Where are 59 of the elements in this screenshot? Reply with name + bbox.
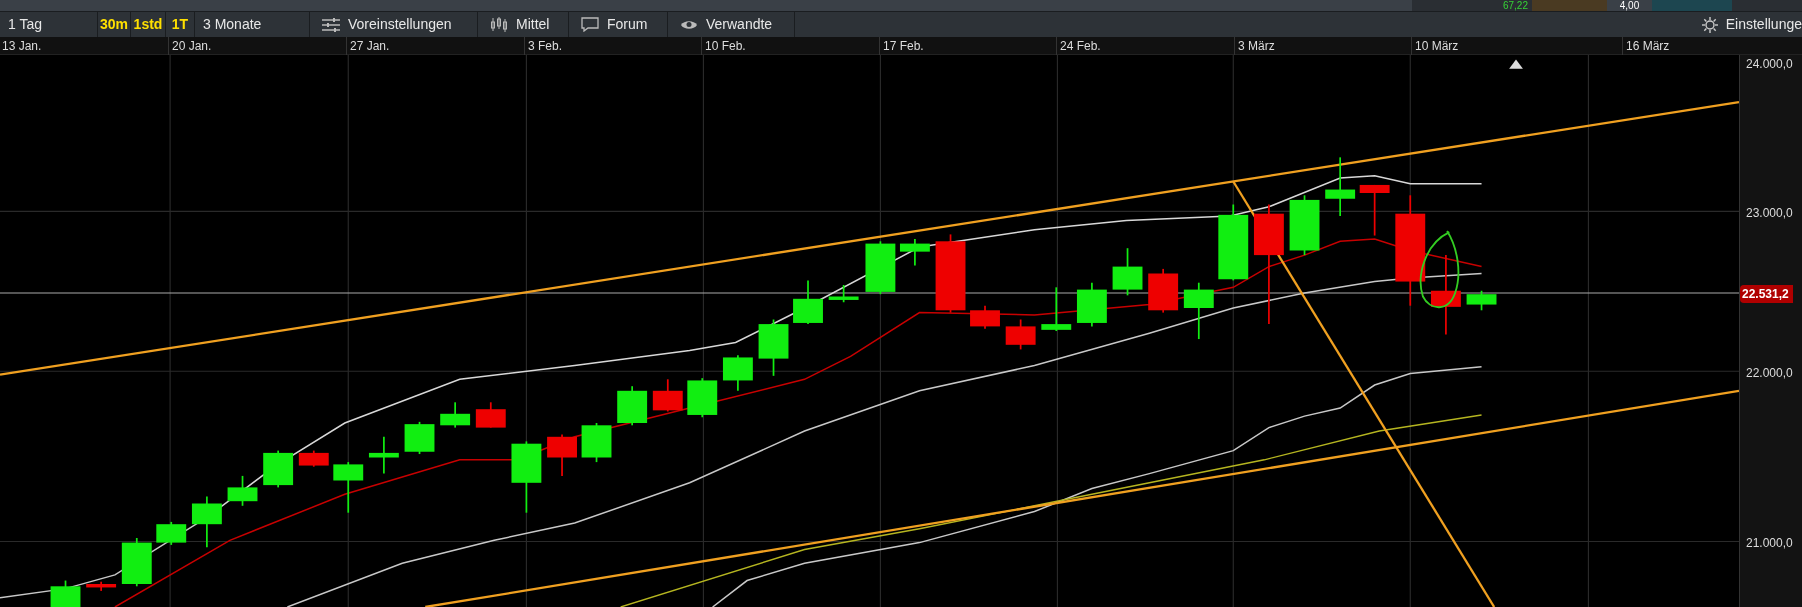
candlestick xyxy=(1183,281,1214,340)
date-label: 17 Feb. xyxy=(879,37,924,55)
settings-button[interactable]: Einstellunge xyxy=(1693,12,1802,37)
candlestick xyxy=(475,401,506,429)
candlestick xyxy=(404,421,435,455)
value-text: 4,00 xyxy=(1618,0,1641,11)
candlestick xyxy=(50,579,81,607)
candlestick xyxy=(86,580,117,592)
candlestick xyxy=(899,238,930,267)
candlestick xyxy=(333,461,364,514)
date-label: 24 Feb. xyxy=(1056,37,1101,55)
candlestick xyxy=(227,475,258,507)
value-text: 67,22 xyxy=(1502,0,1528,11)
current-price-tag: 22.531,2 xyxy=(1740,285,1793,303)
settings-icon xyxy=(1701,16,1718,33)
candlestick xyxy=(368,435,399,475)
eye-icon xyxy=(680,18,698,31)
candlestick xyxy=(793,279,823,325)
candlestick xyxy=(652,378,683,413)
candlestick xyxy=(1005,318,1036,351)
candlestick xyxy=(1325,156,1356,217)
speech-bubble-icon xyxy=(581,17,599,32)
candlestick xyxy=(1359,184,1390,237)
price-label: 24.000,0 xyxy=(1746,56,1793,73)
price-label: 21.000,0 xyxy=(1746,535,1793,552)
candlestick xyxy=(581,422,612,463)
candlestick xyxy=(121,537,152,588)
candlestick xyxy=(156,521,187,546)
date-label: 27 Jan. xyxy=(346,37,390,55)
candlestick xyxy=(1289,194,1320,256)
candlestick xyxy=(1076,281,1107,328)
candlestick xyxy=(1041,286,1072,332)
date-label: 13 Jan. xyxy=(0,37,42,55)
triangle-marker-icon xyxy=(1509,59,1523,69)
date-label: 16 März xyxy=(1622,37,1670,55)
date-label: 10 Feb. xyxy=(701,37,746,55)
candlestick xyxy=(1466,289,1497,312)
candlestick xyxy=(617,385,648,427)
candlestick xyxy=(547,433,577,477)
date-label: 3 März xyxy=(1234,37,1275,55)
candlestick xyxy=(263,449,294,489)
price-label: 22.000,0 xyxy=(1746,365,1793,382)
date-label: 20 Jan. xyxy=(168,37,212,55)
candlestick xyxy=(191,495,222,549)
date-label: 10 März xyxy=(1411,37,1459,55)
candlestick xyxy=(970,304,1000,330)
candlestick xyxy=(1112,247,1143,297)
candlestick xyxy=(758,318,789,377)
price-label: 23.000,0 xyxy=(1746,205,1793,222)
candlestick xyxy=(298,449,329,468)
candlestick xyxy=(687,377,718,419)
candlestick-icon xyxy=(490,17,508,32)
candlestick xyxy=(440,401,471,429)
date-label: 3 Feb. xyxy=(524,37,563,55)
candlestick xyxy=(865,240,896,296)
sliders-icon xyxy=(322,17,340,32)
candlestick xyxy=(828,284,859,304)
candlestick xyxy=(1148,268,1179,314)
candlestick xyxy=(722,354,753,392)
